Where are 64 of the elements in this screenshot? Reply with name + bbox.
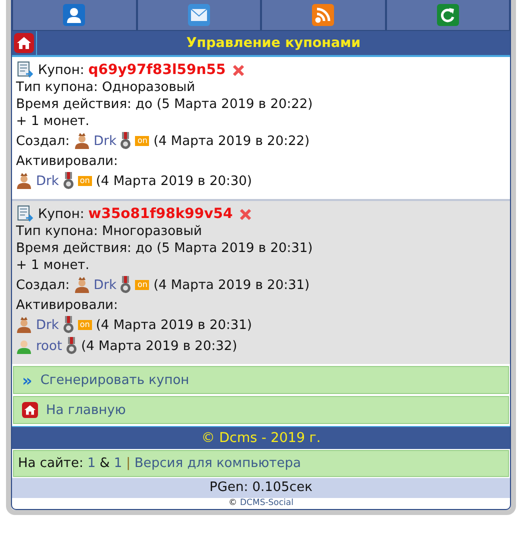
coupon-reward: + 1 монет. (16, 257, 90, 274)
person-icon (63, 4, 86, 26)
coupon-validity: Время действия: до (5 Марта 2019 в 20:22) (16, 96, 314, 113)
envelope-icon (188, 4, 210, 26)
admin-avatar-icon (16, 316, 32, 334)
admin-avatar-icon (16, 172, 32, 190)
medal-icon (66, 337, 78, 355)
footer-copyright: © Dcms - 2019 г. (12, 426, 510, 449)
medal-icon (120, 132, 132, 150)
online-badge: on (78, 320, 92, 330)
document-icon (16, 61, 34, 79)
page-title: Управление купонами (185, 34, 362, 53)
activated-label: Активировали: (16, 153, 119, 170)
date-text: (4 Марта 2019 в 20:31) (96, 316, 252, 334)
document-icon (16, 205, 34, 223)
online-badge: on (135, 280, 150, 290)
medal-icon (62, 172, 74, 190)
delete-icon[interactable] (232, 64, 245, 76)
user-link[interactable]: Drk (94, 276, 116, 294)
creator-label: Создал: (16, 132, 70, 150)
user-link[interactable]: Drk (94, 132, 116, 150)
delete-icon[interactable] (238, 208, 252, 220)
admin-avatar-icon (74, 276, 90, 294)
nav-tab[interactable] (261, 0, 386, 31)
online-badge: on (78, 176, 92, 186)
coupon-validity: Время действия: до (5 Марта 2019 в 20:31) (16, 240, 314, 257)
medal-icon (120, 276, 132, 294)
coupon-reward: + 1 монет. (16, 113, 90, 130)
date-text: (4 Марта 2019 в 20:31) (153, 276, 310, 294)
menu-link[interactable]: На главную (13, 396, 509, 424)
rss-icon (312, 4, 334, 26)
admin-avatar-icon (74, 132, 90, 150)
date-text: (4 Марта 2019 в 20:30) (96, 172, 252, 190)
separator-text: | (126, 456, 130, 471)
creator-label: Создал: (16, 276, 70, 294)
activated-label: Активировали: (16, 297, 119, 314)
online-label: На сайте: (18, 456, 84, 471)
online-count-link[interactable]: 1 (87, 456, 96, 471)
user-link[interactable]: Drk (36, 172, 59, 190)
home-icon (22, 402, 38, 418)
user-link[interactable]: Drk (36, 316, 59, 334)
online-badge: on (135, 136, 150, 146)
nav-tab[interactable] (386, 0, 510, 31)
date-text: (4 Марта 2019 в 20:32) (81, 338, 238, 354)
user-link[interactable]: root (36, 338, 62, 354)
desktop-version-link[interactable]: Версия для компьютера (134, 456, 301, 471)
menu-link[interactable]: » Сгенерировать купон (13, 366, 509, 394)
nav-tab[interactable] (12, 0, 136, 31)
date-text: (4 Марта 2019 в 20:22) (153, 132, 310, 150)
coupon-label: Купон: (38, 62, 84, 78)
medal-icon (62, 316, 74, 334)
home-icon[interactable] (14, 33, 34, 53)
page-generation-time: PGen: 0.105сек (12, 478, 510, 498)
copyright-sign: © (228, 498, 237, 509)
ampersand-text: & (100, 456, 110, 471)
coupon-type: Тип купона: Одноразовый (16, 79, 196, 96)
nav-tab[interactable] (136, 0, 261, 31)
coupon-code: q69y97f83l59n55 (88, 62, 226, 78)
coupon-type: Тип купона: Многоразовый (16, 223, 203, 240)
online-count-link[interactable]: 1 (114, 456, 122, 471)
refresh-icon (436, 4, 459, 26)
copyright-link[interactable]: DCMS-Social (240, 498, 294, 509)
coupon-code: w35o81f98k99v54 (88, 206, 233, 222)
coupon-label: Купон: (38, 206, 84, 222)
